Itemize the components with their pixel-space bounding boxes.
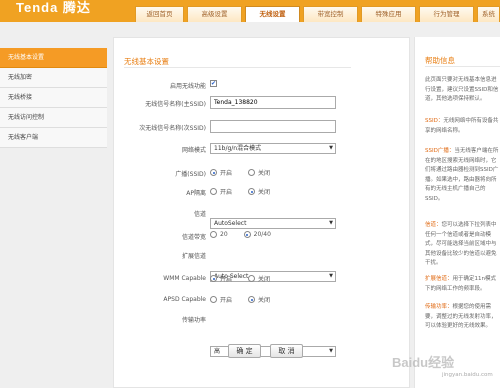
wmm-on-label: 开启 — [220, 276, 233, 283]
title-divider — [124, 67, 351, 68]
bandwidth-label: 信道带宽 — [181, 234, 206, 241]
broadcast-off-radio[interactable] — [248, 169, 256, 176]
help-panel: 帮助信息 此页面只要对无线基本信息进行设置，建议只设置SSID和信道，其他选项保… — [414, 37, 500, 388]
tx-power-value: 高 — [214, 348, 221, 355]
ap-isolation-on-label: 开启 — [220, 189, 233, 196]
ap-isolation-off-radio[interactable] — [248, 188, 256, 195]
channel-select[interactable]: AutoSelect ▼ — [210, 218, 336, 229]
ssid-input[interactable] — [210, 96, 336, 109]
help-ext-channel: 扩展信道：用于确定11n模式下的网络工作的频率段。 — [425, 276, 497, 292]
baidu-watermark: Baidu经验 — [392, 355, 455, 370]
page-title: 无线基本设置 — [124, 57, 169, 66]
apsd-on-label: 开启 — [220, 297, 233, 304]
channel-label: 信道 — [193, 211, 206, 218]
ap-isolation-off-label: 关闭 — [258, 189, 271, 196]
broadcast-on-radio[interactable] — [210, 169, 217, 176]
chevron-down-icon: ▼ — [329, 273, 333, 279]
tab-advanced[interactable]: 高级设置 — [187, 6, 242, 22]
apsd-group: 开启 关闭 — [210, 295, 270, 304]
broadcast-on-label: 开启 — [220, 170, 233, 177]
ssid2-input[interactable] — [210, 120, 336, 133]
wmm-label: WMM Capable — [163, 275, 206, 282]
chevron-down-icon: ▼ — [329, 348, 333, 354]
help-divider — [425, 66, 500, 67]
wmm-off-radio[interactable] — [248, 275, 256, 282]
tab-special-apps[interactable]: 特殊应用 — [361, 6, 416, 22]
bandwidth-20-radio[interactable] — [210, 231, 217, 238]
broadcast-ssid-group: 开启 关闭 — [210, 168, 270, 177]
help-intro: 此页面只要对无线基本信息进行设置，建议只设置SSID和信道，其他选项保持默认。 — [425, 77, 499, 102]
ok-button[interactable]: 确 定 — [228, 344, 261, 358]
network-mode-select[interactable]: 11b/g/n混合模式 ▼ — [210, 143, 336, 154]
help-tx-power: 传输功率：根据您的使用需要，调整过的无线发射功率，可以体验更好的无线效果。 — [425, 304, 497, 329]
channel-value: AutoSelect — [214, 220, 247, 227]
cancel-button[interactable]: 取 消 — [270, 344, 303, 358]
tab-system[interactable]: 系统 — [477, 6, 500, 22]
chevron-down-icon: ▼ — [329, 145, 333, 151]
help-ssid-broadcast: SSID广播：当无线客户端在所在的地区搜索无线网络时，它们将通过路由器检测到SS… — [425, 148, 499, 202]
wmm-on-radio[interactable] — [210, 275, 217, 282]
bandwidth-20-label: 20 — [220, 231, 228, 238]
settings-panel: 无线基本设置 启用无线功能 ✔ 无线信号名称(主SSID) 次无线信号名称(次S… — [113, 37, 410, 388]
bandwidth-2040-radio[interactable] — [243, 231, 251, 238]
ssid-label: 无线信号名称(主SSID) — [145, 101, 206, 108]
sidebar-item-wireless-security[interactable]: 无线加密 — [0, 68, 107, 88]
enable-wireless-label: 启用无线功能 — [169, 83, 206, 90]
ext-channel-label: 扩展信道 — [181, 253, 206, 260]
ap-isolation-on-radio[interactable] — [210, 188, 217, 195]
network-mode-value: 11b/g/n混合模式 — [214, 145, 262, 152]
sidebar-item-wireless-bridge[interactable]: 无线桥接 — [0, 88, 107, 108]
apsd-off-label: 关闭 — [258, 297, 271, 304]
sidebar-item-access-control[interactable]: 无线访问控制 — [0, 108, 107, 128]
apsd-on-radio[interactable] — [210, 296, 217, 303]
apsd-label: APSD Capable — [163, 296, 206, 303]
broadcast-ssid-label: 广播(SSID) — [175, 171, 206, 178]
sidebar: 无线基本设置 无线加密 无线桥接 无线访问控制 无线客户端 — [0, 48, 107, 388]
wmm-group: 开启 关闭 — [210, 274, 270, 283]
help-title: 帮助信息 — [425, 56, 455, 65]
wmm-off-label: 关闭 — [258, 276, 271, 283]
chevron-down-icon: ▼ — [329, 220, 333, 226]
network-mode-label: 网络模式 — [181, 147, 206, 154]
bandwidth-2040-label: 20/40 — [253, 231, 271, 238]
sidebar-item-wireless-clients[interactable]: 无线客户端 — [0, 128, 107, 148]
baidu-watermark-url: jingyan.baidu.com — [442, 372, 493, 378]
tab-behavior[interactable]: 行为管理 — [419, 6, 474, 22]
broadcast-off-label: 关闭 — [258, 170, 271, 177]
ssid2-label: 次无线信号名称(次SSID) — [139, 125, 206, 132]
bandwidth-group: 20 20/40 — [210, 231, 271, 238]
tx-power-label: 传输功率 — [181, 317, 206, 324]
ap-isolation-label: AP隔离 — [186, 190, 206, 197]
top-nav-bar: Tenda 腾达 返回首页 高级设置 无线设置 带宽控制 特殊应用 行为管理 系… — [0, 0, 500, 22]
ap-isolation-group: 开启 关闭 — [210, 187, 270, 196]
tab-home[interactable]: 返回首页 — [135, 6, 184, 22]
tab-wireless[interactable]: 无线设置 — [245, 6, 300, 22]
tenda-logo: Tenda 腾达 — [16, 0, 91, 15]
enable-wireless-checkbox[interactable]: ✔ — [210, 80, 217, 87]
help-ssid: SSID：无线网络中所有设备共享的网络名称。 — [425, 118, 499, 134]
sidebar-item-wireless-basic[interactable]: 无线基本设置 — [0, 48, 107, 68]
help-channel: 信道：您可以选择下拉列表中任何一个信道或者是自动模式，尽可能选择当前区域中与其他… — [425, 222, 497, 266]
apsd-off-radio[interactable] — [248, 296, 256, 303]
tab-bandwidth[interactable]: 带宽控制 — [303, 6, 358, 22]
